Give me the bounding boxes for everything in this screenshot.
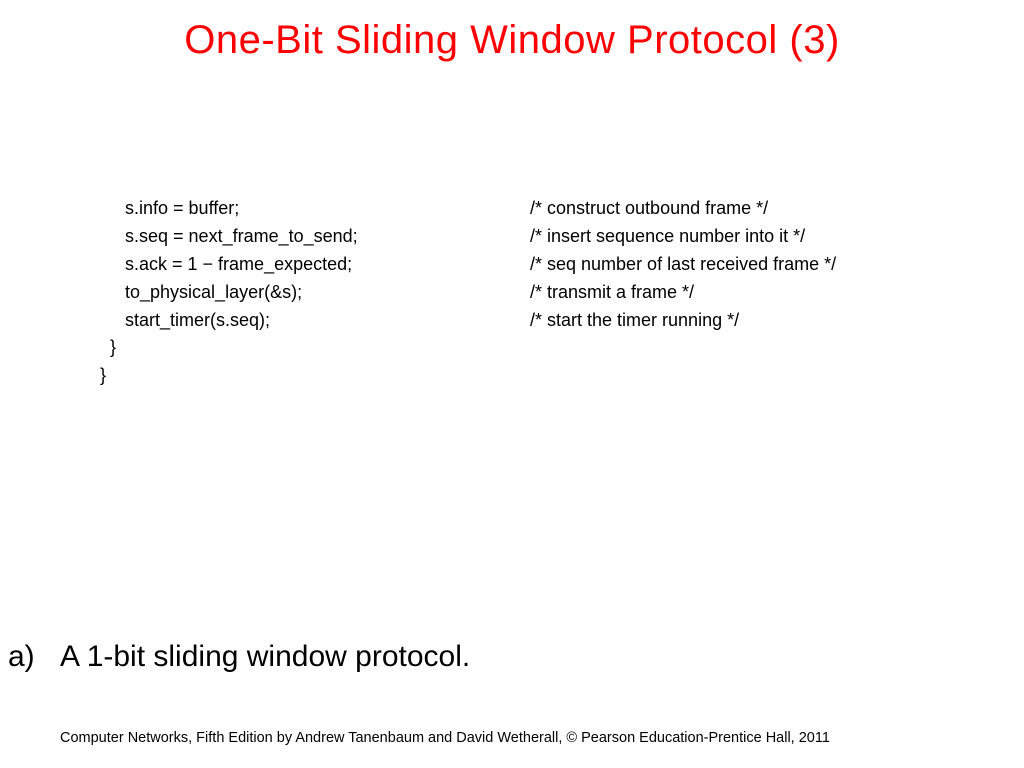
code-statement: s.ack = 1 − frame_expected;: [100, 251, 530, 279]
code-comment: /* construct outbound frame */: [530, 195, 768, 223]
code-close-brace: }: [100, 334, 930, 362]
code-statement: to_physical_layer(&s);: [100, 279, 530, 307]
caption-label: a): [0, 640, 60, 674]
code-line: s.info = buffer; /* construct outbound f…: [100, 195, 930, 223]
code-line: start_timer(s.seq); /* start the timer r…: [100, 307, 930, 335]
footer-text: Computer Networks, Fifth Edition by Andr…: [60, 730, 830, 746]
code-comment: /* start the timer running */: [530, 307, 739, 335]
code-statement: s.info = buffer;: [100, 195, 530, 223]
page-title: One-Bit Sliding Window Protocol (3): [0, 0, 1024, 63]
caption-text: A 1-bit sliding window protocol.: [60, 640, 470, 674]
code-comment: /* seq number of last received frame */: [530, 251, 836, 279]
code-line: s.seq = next_frame_to_send; /* insert se…: [100, 223, 930, 251]
code-statement: s.seq = next_frame_to_send;: [100, 223, 530, 251]
code-block: s.info = buffer; /* construct outbound f…: [100, 195, 930, 390]
code-comment: /* transmit a frame */: [530, 279, 694, 307]
caption: a) A 1-bit sliding window protocol.: [0, 640, 1024, 674]
code-statement: start_timer(s.seq);: [100, 307, 530, 335]
code-comment: /* insert sequence number into it */: [530, 223, 805, 251]
code-line: to_physical_layer(&s); /* transmit a fra…: [100, 279, 930, 307]
code-line: s.ack = 1 − frame_expected; /* seq numbe…: [100, 251, 930, 279]
code-close-brace: }: [100, 362, 930, 390]
